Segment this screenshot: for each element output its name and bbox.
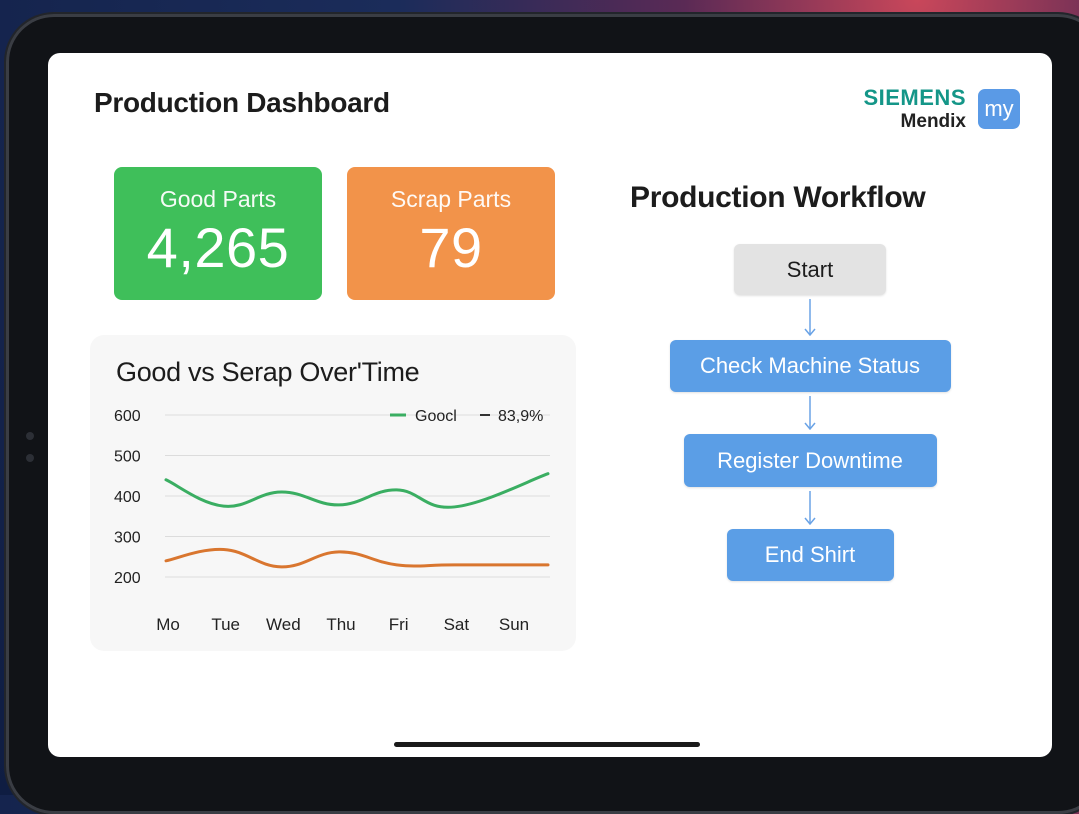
y-tick-label: 500 xyxy=(114,449,141,466)
x-tick-label: Mo xyxy=(156,615,180,634)
brand-name: SIEMENS xyxy=(863,85,966,110)
y-tick-label: 300 xyxy=(114,530,141,547)
workflow-arrow-icon xyxy=(804,396,816,430)
page-title: Production Dashboard xyxy=(94,87,390,118)
good-parts-card[interactable]: Good Parts 4,265 xyxy=(114,167,322,300)
side-sensor-dot xyxy=(26,432,34,440)
good-parts-value: 4,265 xyxy=(146,216,290,279)
y-tick-label: 200 xyxy=(114,570,141,587)
tablet-screen: Production Dashboard SIEMENS Mendix my G… xyxy=(48,53,1052,757)
workflow-arrow-icon xyxy=(804,299,816,336)
workflow-arrow-icon xyxy=(804,491,816,525)
line-chart-card: Good vs Serap Over'Time 600 500 400 300 200 M… xyxy=(90,335,576,651)
good-series-line xyxy=(164,472,550,509)
legend-good-label: Goocl xyxy=(415,408,457,425)
legend-scrap-label: 83,9% xyxy=(498,408,543,425)
y-tick-label: 600 xyxy=(114,408,141,425)
my-mendix-badge[interactable]: my xyxy=(978,89,1020,129)
good-parts-label: Good Parts xyxy=(159,186,277,212)
scrap-parts-value: 79 xyxy=(419,216,483,279)
x-tick-label: Wed xyxy=(266,615,301,634)
workflow-step-register-downtime[interactable]: Register Downtime xyxy=(683,434,937,487)
workflow-step-end-shirt[interactable]: End Shirt xyxy=(726,529,894,581)
workflow-title: Production Workflow xyxy=(630,181,926,214)
home-indicator[interactable] xyxy=(394,742,700,747)
brand-product: Mendix xyxy=(900,111,966,132)
side-sensor-dot xyxy=(26,454,34,462)
scrap-parts-label: Scrap Parts xyxy=(390,186,512,212)
x-tick-label: Tue xyxy=(211,615,240,634)
line-chart: 600 500 400 300 200 Mo Tue Wed Thu Fri Sat Sun Goocl… xyxy=(114,408,550,634)
scrap-parts-card[interactable]: Scrap Parts 79 xyxy=(347,167,555,300)
x-tick-label: Sun xyxy=(499,615,529,634)
workflow-step-start[interactable]: Start xyxy=(734,244,886,295)
y-tick-label: 400 xyxy=(114,489,141,506)
brand-logo: SIEMENS Mendix my xyxy=(863,87,1020,131)
workflow-step-check-machine-status[interactable]: Check Machine Status xyxy=(669,340,951,392)
scrap-series-line xyxy=(164,547,550,569)
x-tick-label: Fri xyxy=(389,615,409,634)
x-tick-label: Thu xyxy=(326,615,355,634)
x-tick-label: Sat xyxy=(444,615,470,634)
